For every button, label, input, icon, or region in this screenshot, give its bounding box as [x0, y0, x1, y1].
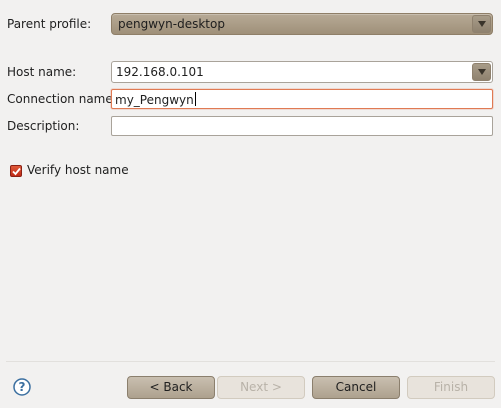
check-icon — [12, 167, 21, 176]
parent-profile-dropdown-button[interactable] — [472, 15, 491, 33]
host-name-dropdown-button[interactable] — [472, 63, 491, 81]
description-field[interactable] — [111, 116, 493, 136]
back-button[interactable]: < Back — [127, 376, 215, 399]
help-icon-glyph: ? — [13, 378, 31, 396]
chevron-down-icon — [478, 21, 486, 27]
verify-host-name-checkbox[interactable] — [10, 165, 22, 177]
verify-host-name-label[interactable]: Verify host name — [27, 162, 129, 178]
host-name-value: 192.168.0.101 — [116, 65, 204, 79]
connection-name-field[interactable]: my_Pengwyn — [111, 89, 493, 109]
parent-profile-label: Parent profile: — [7, 17, 92, 31]
help-icon[interactable]: ? — [13, 378, 31, 396]
finish-button[interactable]: Finish — [407, 376, 495, 399]
connection-name-label: Connection name: — [7, 92, 117, 106]
connection-name-value: my_Pengwyn — [115, 92, 196, 107]
cancel-button[interactable]: Cancel — [312, 376, 400, 399]
parent-profile-combo[interactable]: pengwyn-desktop — [111, 13, 493, 35]
next-button[interactable]: Next > — [217, 376, 305, 399]
description-label: Description: — [7, 119, 80, 133]
host-name-combo[interactable]: 192.168.0.101 — [111, 61, 493, 83]
svg-text:?: ? — [19, 380, 26, 394]
parent-profile-value: pengwyn-desktop — [118, 17, 225, 31]
button-bar-separator — [6, 361, 495, 362]
host-name-label: Host name: — [7, 65, 77, 79]
chevron-down-icon — [478, 69, 486, 75]
text-caret — [194, 92, 196, 106]
